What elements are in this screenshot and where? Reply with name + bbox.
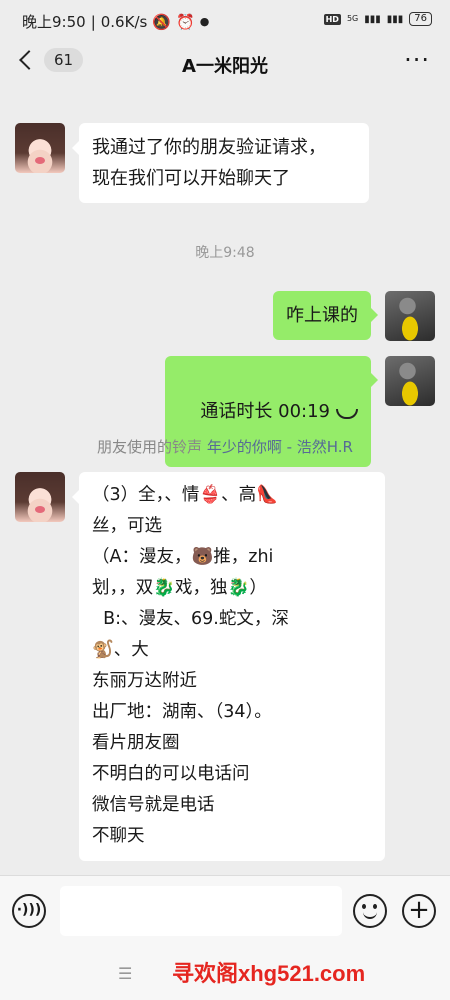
ringtone-notice: 朋友使用的铃声 年少的你啊 - 浩然H.R xyxy=(0,436,450,457)
emoji-icon[interactable] xyxy=(353,894,387,928)
ringtone-prefix: 朋友使用的铃声 xyxy=(97,438,203,456)
voice-input-icon[interactable]: ·))) xyxy=(12,894,46,928)
app-notification-icon: ● xyxy=(199,15,210,28)
input-bar: ·))) + ☰ 寻欢阁xhg521.com xyxy=(0,875,450,1000)
my-avatar[interactable] xyxy=(385,291,435,341)
signal-5g-icon: 5G xyxy=(346,14,359,23)
hd-icon: HD xyxy=(323,13,341,25)
ringtone-song-link[interactable]: 年少的你啊 - 浩然H.R xyxy=(207,438,353,456)
mute-icon: 🔕 xyxy=(152,12,171,31)
status-time: 晚上9:50 xyxy=(22,13,86,31)
signal-bars-icon-2: ▮▮▮ xyxy=(386,13,404,25)
menu-icon[interactable]: ☰ xyxy=(118,964,132,983)
status-left: 晚上9:50 | 0.6K/s 🔕 ⏰ ● xyxy=(22,11,209,32)
status-bar: 晚上9:50 | 0.6K/s 🔕 ⏰ ● HD 5G ▮▮▮ ▮▮▮ 76 xyxy=(0,0,450,40)
message-timestamp: 晚上9:48 xyxy=(195,245,255,261)
call-record: 通话时长 00:19 xyxy=(200,396,358,427)
chat-title: A一米阳光 xyxy=(182,56,268,77)
signal-bars-icon: ▮▮▮ xyxy=(364,13,381,25)
message-bubble[interactable]: （3）全，、情👙、高👠 丝，可选 （A：漫友，🐻推，zhi 划，，双🐉戏，独🐉）… xyxy=(72,472,385,861)
contact-avatar[interactable] xyxy=(15,123,65,173)
message-input[interactable] xyxy=(60,886,342,936)
phone-hangup-icon xyxy=(336,408,358,419)
plus-icon[interactable]: + xyxy=(402,894,436,928)
message-bubble[interactable]: 我通过了你的朋友验证请求， 现在我们可以开始聊天了 xyxy=(72,123,369,203)
status-right: HD 5G ▮▮▮ ▮▮▮ 76 xyxy=(323,12,432,26)
alarm-icon: ⏰ xyxy=(176,12,195,31)
watermark-text: 寻欢阁xhg521.com xyxy=(172,961,366,986)
network-speed: 0.6K/s xyxy=(100,12,148,31)
call-duration-label: 通话时长 00:19 xyxy=(200,401,330,422)
my-avatar[interactable] xyxy=(385,356,435,406)
status-divider: | xyxy=(90,12,96,31)
contact-avatar[interactable] xyxy=(15,472,65,522)
chat-area[interactable]: 我通过了你的朋友验证请求， 现在我们可以开始聊天了 晚上9:48 咋上课的 通话… xyxy=(0,88,450,875)
message-bubble[interactable]: 咋上课的 xyxy=(273,291,378,340)
nav-bar: 61 A一米阳光 ··· xyxy=(0,40,450,88)
more-options-icon[interactable]: ··· xyxy=(404,46,430,74)
battery-icon: 76 xyxy=(409,12,432,26)
